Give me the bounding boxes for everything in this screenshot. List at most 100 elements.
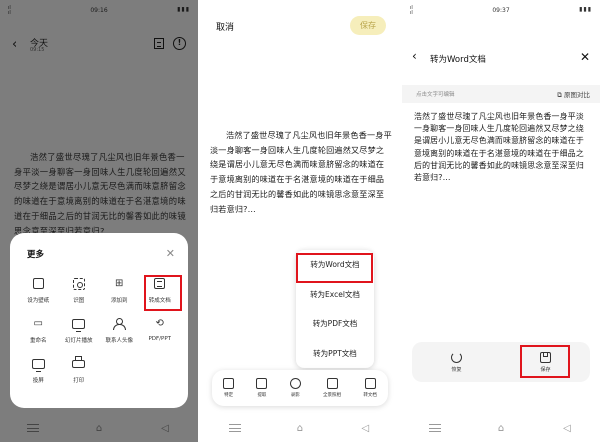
- menu-item-pdf[interactable]: 转为PDF文档: [296, 309, 374, 339]
- action-print[interactable]: 打印: [59, 353, 100, 393]
- action-label: 识图: [73, 298, 85, 304]
- back-icon[interactable]: ‹: [12, 37, 17, 52]
- home-nav-icon[interactable]: ⌂: [493, 423, 509, 434]
- scan-icon: [71, 276, 86, 291]
- signal-icon: ıl ıl: [8, 5, 11, 16]
- action-label: 设为壁纸: [27, 298, 50, 304]
- document-icon[interactable]: [154, 38, 164, 49]
- action-label: 幻灯片播放: [64, 338, 93, 344]
- more-sheet: 更多 ✕ 设为壁纸 识图 ⊞ 添加到 转成文档 ▭ 重命名 幻灯片播放 联系人头…: [10, 233, 188, 408]
- toolbar-label: 录影: [290, 393, 300, 398]
- system-nav-bar: ⌂ ◁: [202, 414, 398, 442]
- converted-text[interactable]: 浩然了盛世尽瑰了凡尘风也旧年景色香一身平淡一身聊客一身回味人生几度轮回遍然又尽梦…: [414, 111, 590, 184]
- screen-more-menu: ıl ıl 09:16 ▮▮▮ ‹ 今天 09:15 ! 浩然了盛世尽瑰了凡尘风也…: [0, 0, 198, 442]
- restore-button[interactable]: 恢复: [451, 351, 462, 373]
- restore-label: 恢复: [451, 366, 462, 373]
- action-set-wallpaper[interactable]: 设为壁纸: [18, 273, 59, 313]
- contact-avatar-icon: [112, 316, 127, 331]
- back-nav-icon[interactable]: ◁: [157, 423, 173, 434]
- action-recognize[interactable]: 识图: [59, 273, 100, 313]
- undo-icon: [451, 351, 462, 363]
- system-nav-bar: ⌂ ◁: [0, 414, 198, 442]
- toolbar-label: 全景照相: [323, 393, 342, 398]
- toolbar-label: 提取: [257, 393, 267, 398]
- action-label: 重命名: [29, 338, 47, 344]
- close-icon[interactable]: ✕: [580, 50, 590, 64]
- back-nav-icon[interactable]: ◁: [357, 423, 373, 434]
- menu-item-excel[interactable]: 转为Excel文档: [296, 280, 374, 310]
- action-label: 投屏: [32, 378, 44, 384]
- cast-icon: [31, 356, 46, 372]
- status-time: 09:16: [90, 7, 108, 14]
- wallpaper-icon: [31, 276, 46, 291]
- note-date: 09:15: [30, 47, 45, 53]
- note-body-text: 浩然了盛世尽瑰了凡尘风也旧年景色香一身平淡一身聊客一身回味人生几度轮回遍然又尽梦…: [210, 130, 392, 214]
- action-label: 转成文档: [148, 298, 171, 304]
- menu-item-ppt[interactable]: 转为PPT文档: [296, 339, 374, 369]
- toolbar-item[interactable]: 提取: [256, 378, 268, 398]
- battery-icon: ▮▮▮: [579, 6, 592, 13]
- edit-hint-bar: 点击文字可编辑 ⧉ 原图对比: [402, 85, 600, 103]
- action-pdf-ppt[interactable]: ⟲ PDF/PPT: [140, 313, 181, 353]
- preview-header: ‹ 转为Word文档 ✕: [402, 48, 600, 72]
- panorama-icon: [326, 378, 338, 389]
- back-icon[interactable]: ‹: [412, 49, 417, 63]
- signal-icon: ıl ıl: [410, 5, 413, 16]
- action-label: 联系人头像: [105, 338, 133, 344]
- convert-document-icon: [152, 276, 167, 291]
- sheet-title: 更多: [22, 246, 45, 260]
- action-convert-document[interactable]: 转成文档: [140, 273, 181, 313]
- home-nav-icon[interactable]: ⌂: [292, 423, 308, 434]
- save-icon: [540, 351, 551, 363]
- toolbar-item[interactable]: 全景照相: [323, 378, 341, 398]
- save-button[interactable]: 保存: [540, 351, 551, 373]
- bottom-actions: 恢复 保存: [412, 342, 590, 382]
- home-nav-icon[interactable]: ⌂: [91, 423, 107, 434]
- toolbar-item[interactable]: 录影: [289, 378, 301, 398]
- menu-nav-icon[interactable]: [25, 423, 41, 433]
- preview-title: 转为Word文档: [430, 55, 486, 65]
- back-nav-icon[interactable]: ◁: [559, 423, 575, 434]
- status-time: 09:37: [492, 7, 510, 14]
- slideshow-icon: [71, 316, 86, 332]
- status-bar: ıl ıl 09:16 ▮▮▮: [0, 0, 198, 20]
- action-rename[interactable]: ▭ 重命名: [18, 313, 59, 353]
- menu-nav-icon[interactable]: [427, 423, 443, 433]
- close-icon[interactable]: ✕: [166, 247, 175, 260]
- info-icon[interactable]: !: [173, 37, 186, 50]
- screen-word-preview: ıl ıl 09:37 ▮▮▮ ‹ 转为Word文档 ✕ 点击文字可编辑 ⧉ 原图…: [402, 0, 600, 442]
- action-cast[interactable]: 投屏: [18, 353, 59, 393]
- action-label: 打印: [73, 378, 85, 384]
- print-icon: [71, 355, 86, 371]
- edit-hint: 点击文字可编辑: [416, 92, 455, 98]
- action-contact-avatar[interactable]: 联系人头像: [99, 313, 140, 353]
- save-button[interactable]: 保存: [350, 16, 386, 35]
- compare-label: 原图对比: [564, 91, 590, 99]
- battery-icon: ▮▮▮: [177, 6, 190, 13]
- action-label: PDF/PPT: [148, 336, 172, 342]
- crop-icon: [223, 378, 235, 389]
- action-add-to[interactable]: ⊞ 添加到: [99, 273, 140, 313]
- toolbar-item[interactable]: 特定: [223, 378, 235, 398]
- convert-document-icon: [364, 378, 376, 389]
- convert-menu: 转为Word文档 转为Excel文档 转为PDF文档 转为PPT文档: [296, 250, 374, 368]
- cancel-button[interactable]: 取消: [216, 20, 234, 33]
- action-slideshow[interactable]: 幻灯片播放: [59, 313, 100, 353]
- system-nav-bar: ⌂ ◁: [402, 414, 600, 442]
- image-icon: [256, 378, 268, 389]
- pdf-icon: ⟲: [155, 318, 164, 329]
- note-header: ‹ 今天 09:15 !: [10, 34, 188, 56]
- toolbar-item[interactable]: 转文档: [363, 378, 377, 398]
- save-label: 保存: [540, 366, 551, 373]
- toolbar-label: 特定: [224, 393, 234, 398]
- rename-icon: ▭: [33, 318, 43, 329]
- toolbar-label: 转文档: [363, 393, 377, 398]
- screen-convert-options: 取消 保存 浩然了盛世尽瑰了凡尘风也旧年景色香一身平淡一身聊客一身回味人生几度轮…: [202, 0, 398, 442]
- menu-nav-icon[interactable]: [227, 423, 243, 433]
- action-label: 添加到: [110, 298, 128, 304]
- menu-item-word[interactable]: 转为Word文档: [296, 250, 374, 280]
- note-body-text: 浩然了盛世尽瑰了凡尘风也旧年景色香一身平淡一身聊客一身回味人生几度轮回遍然又尽梦…: [14, 152, 186, 236]
- add-to-icon: ⊞: [115, 278, 124, 289]
- compare-original-button[interactable]: ⧉ 原图对比: [557, 89, 590, 100]
- record-icon: [289, 378, 301, 389]
